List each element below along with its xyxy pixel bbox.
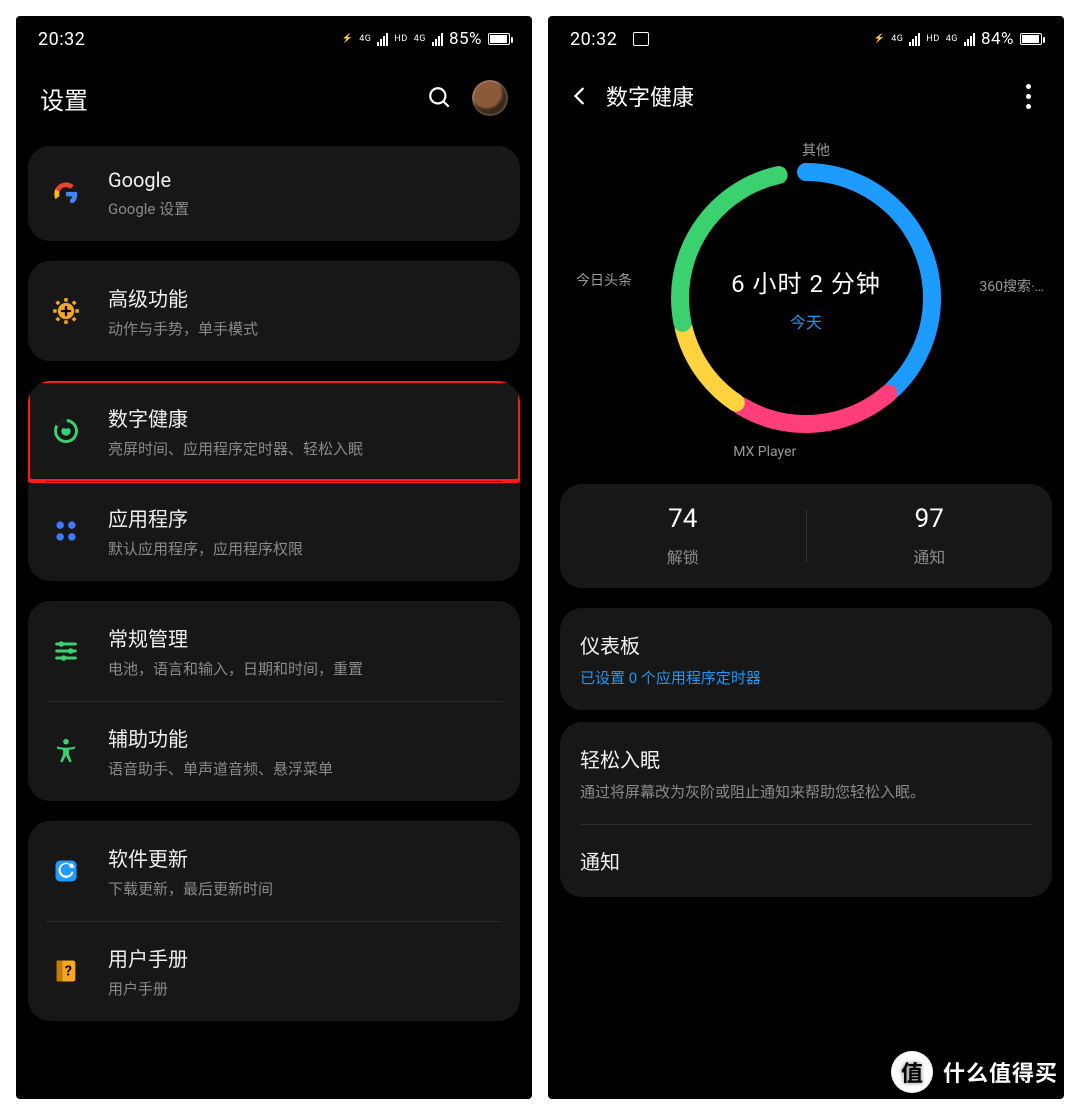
- option-row-wind-down[interactable]: 轻松入眠通过将屏幕改为灰阶或阻止通知来帮助您轻松入眠。: [560, 722, 1052, 824]
- stat-label: 解锁: [667, 544, 699, 568]
- option-title: 仪表板: [580, 630, 1032, 659]
- settings-row-general[interactable]: 常规管理 电池，语言和输入，日期和时间，重置: [28, 601, 520, 701]
- settings-group: 数字健康 亮屏时间、应用程序定时器、轻松入眠 应用程序 默认应用程序，应用程序权…: [28, 381, 520, 581]
- row-subtitle: 用户手册: [108, 978, 502, 999]
- bolt-icon: ⚡: [873, 35, 885, 44]
- watermark: 值 什么值得买: [891, 1051, 1058, 1093]
- row-subtitle: 亮屏时间、应用程序定时器、轻松入眠: [108, 438, 502, 459]
- settings-header: 设置: [16, 62, 532, 146]
- status-time: 20:32: [38, 29, 85, 50]
- row-title: 应用程序: [108, 503, 502, 532]
- watermark-badge: 值: [891, 1051, 933, 1093]
- net-hd-icon: HD: [926, 35, 939, 44]
- manual-icon: ?: [42, 947, 90, 995]
- settings-group: 高级功能 动作与手势，单手模式: [28, 261, 520, 361]
- row-subtitle: 语音助手、单声道音频、悬浮菜单: [108, 758, 502, 779]
- option-title: 通知: [580, 846, 1032, 875]
- wellbeing-icon: [42, 407, 90, 455]
- today-label: 今天: [790, 309, 822, 333]
- settings-row-software-update[interactable]: 软件更新 下载更新，最后更新时间: [28, 821, 520, 921]
- settings-group: 软件更新 下载更新，最后更新时间 ? 用户手册 用户手册: [28, 821, 520, 1021]
- settings-row-advanced[interactable]: 高级功能 动作与手势，单手模式: [28, 261, 520, 361]
- back-button[interactable]: [560, 76, 600, 116]
- profile-avatar[interactable]: [472, 80, 508, 116]
- option-subtitle: 已设置 0 个应用程序定时器: [580, 667, 1032, 688]
- options-card-2: 轻松入眠通过将屏幕改为灰阶或阻止通知来帮助您轻松入眠。通知: [560, 722, 1052, 897]
- settings-group: 常规管理 电池，语言和输入，日期和时间，重置 辅助功能 语音助手、单声道音频、悬…: [28, 601, 520, 801]
- battery-percent: 85%: [449, 29, 482, 49]
- segment-label-360: 360搜索·…: [979, 276, 1044, 296]
- stat-value: 74: [668, 504, 697, 534]
- row-title: 常规管理: [108, 623, 502, 652]
- row-subtitle: 动作与手势，单手模式: [108, 318, 502, 339]
- watermark-text: 什么值得买: [943, 1056, 1058, 1088]
- net-4g-icon: 4G: [891, 35, 903, 44]
- battery-icon: [1020, 33, 1042, 45]
- signal-icon: [909, 32, 920, 46]
- settings-row-accessibility[interactable]: 辅助功能 语音助手、单声道音频、悬浮菜单: [28, 701, 520, 801]
- accessibility-icon: [42, 727, 90, 775]
- row-subtitle: 下载更新，最后更新时间: [108, 878, 502, 899]
- stat-unlocks[interactable]: 74 解锁: [560, 504, 806, 568]
- row-subtitle: Google 设置: [108, 198, 502, 219]
- wellbeing-header: 数字健康: [548, 62, 1064, 138]
- bolt-icon: ⚡: [341, 35, 353, 44]
- svg-text:?: ?: [65, 964, 72, 980]
- usage-donut-chart[interactable]: 其他 今日头条 360搜索·… MX Player 6 小时 2 分钟 今天: [548, 138, 1064, 476]
- battery-percent: 84%: [981, 29, 1014, 49]
- row-title: 辅助功能: [108, 723, 502, 752]
- status-time: 20:32: [570, 29, 617, 50]
- row-title: Google: [108, 168, 502, 192]
- battery-icon: [488, 33, 510, 45]
- row-subtitle: 默认应用程序，应用程序权限: [108, 538, 502, 559]
- option-row-notifications[interactable]: 通知: [560, 824, 1052, 897]
- net-hd-icon: HD: [394, 35, 407, 44]
- page-title: 数字健康: [606, 80, 1010, 112]
- settings-screen: 20:32 ⚡ 4G HD 4G 85% 设置 G: [16, 16, 532, 1099]
- settings-row-digital-wellbeing[interactable]: 数字健康 亮屏时间、应用程序定时器、轻松入眠: [28, 381, 520, 481]
- option-subtitle: 通过将屏幕改为灰阶或阻止通知来帮助您轻松入眠。: [580, 781, 1032, 802]
- row-title: 软件更新: [108, 843, 502, 872]
- signal-icon: [377, 32, 388, 46]
- status-bar: 20:32 ⚡ 4G HD 4G 85%: [16, 16, 532, 62]
- total-time: 6 小时 2 分钟: [731, 264, 881, 299]
- row-title: 数字健康: [108, 403, 502, 432]
- status-bar: 20:32 ⚡ 4G HD 4G 84%: [548, 16, 1064, 62]
- donut-center: 6 小时 2 分钟 今天: [656, 148, 956, 448]
- options-card-1: 仪表板已设置 0 个应用程序定时器: [560, 608, 1052, 710]
- search-button[interactable]: [422, 80, 458, 116]
- google-icon: [42, 170, 90, 218]
- stat-notifications[interactable]: 97 通知: [807, 504, 1053, 568]
- row-title: 高级功能: [108, 283, 502, 312]
- more-menu-button[interactable]: [1010, 78, 1046, 114]
- sliders-icon: [42, 627, 90, 675]
- row-title: 用户手册: [108, 943, 502, 972]
- option-title: 轻松入眠: [580, 744, 1032, 773]
- settings-group: Google Google 设置: [28, 146, 520, 241]
- gear-plus-icon: [42, 287, 90, 335]
- segment-label-toutiao: 今日头条: [576, 270, 632, 290]
- apps-icon: [42, 507, 90, 555]
- screenshot-icon: [633, 32, 649, 46]
- net-4g2-icon: 4G: [414, 35, 426, 44]
- page-title: 设置: [40, 81, 408, 116]
- option-row-dashboard[interactable]: 仪表板已设置 0 个应用程序定时器: [560, 608, 1052, 710]
- stat-label: 通知: [913, 544, 945, 568]
- net-4g-icon: 4G: [359, 35, 371, 44]
- settings-row-user-manual[interactable]: ? 用户手册 用户手册: [28, 921, 520, 1021]
- signal2-icon: [432, 32, 443, 46]
- signal2-icon: [964, 32, 975, 46]
- settings-row-google[interactable]: Google Google 设置: [28, 146, 520, 241]
- stats-card: 74 解锁 97 通知: [560, 484, 1052, 588]
- settings-row-apps[interactable]: 应用程序 默认应用程序，应用程序权限: [28, 481, 520, 581]
- row-subtitle: 电池，语言和输入，日期和时间，重置: [108, 658, 502, 679]
- digital-wellbeing-screen: 20:32 ⚡ 4G HD 4G 84% 数字健康 其他: [548, 16, 1064, 1099]
- net-4g2-icon: 4G: [946, 35, 958, 44]
- update-icon: [42, 847, 90, 895]
- stat-value: 97: [915, 504, 944, 534]
